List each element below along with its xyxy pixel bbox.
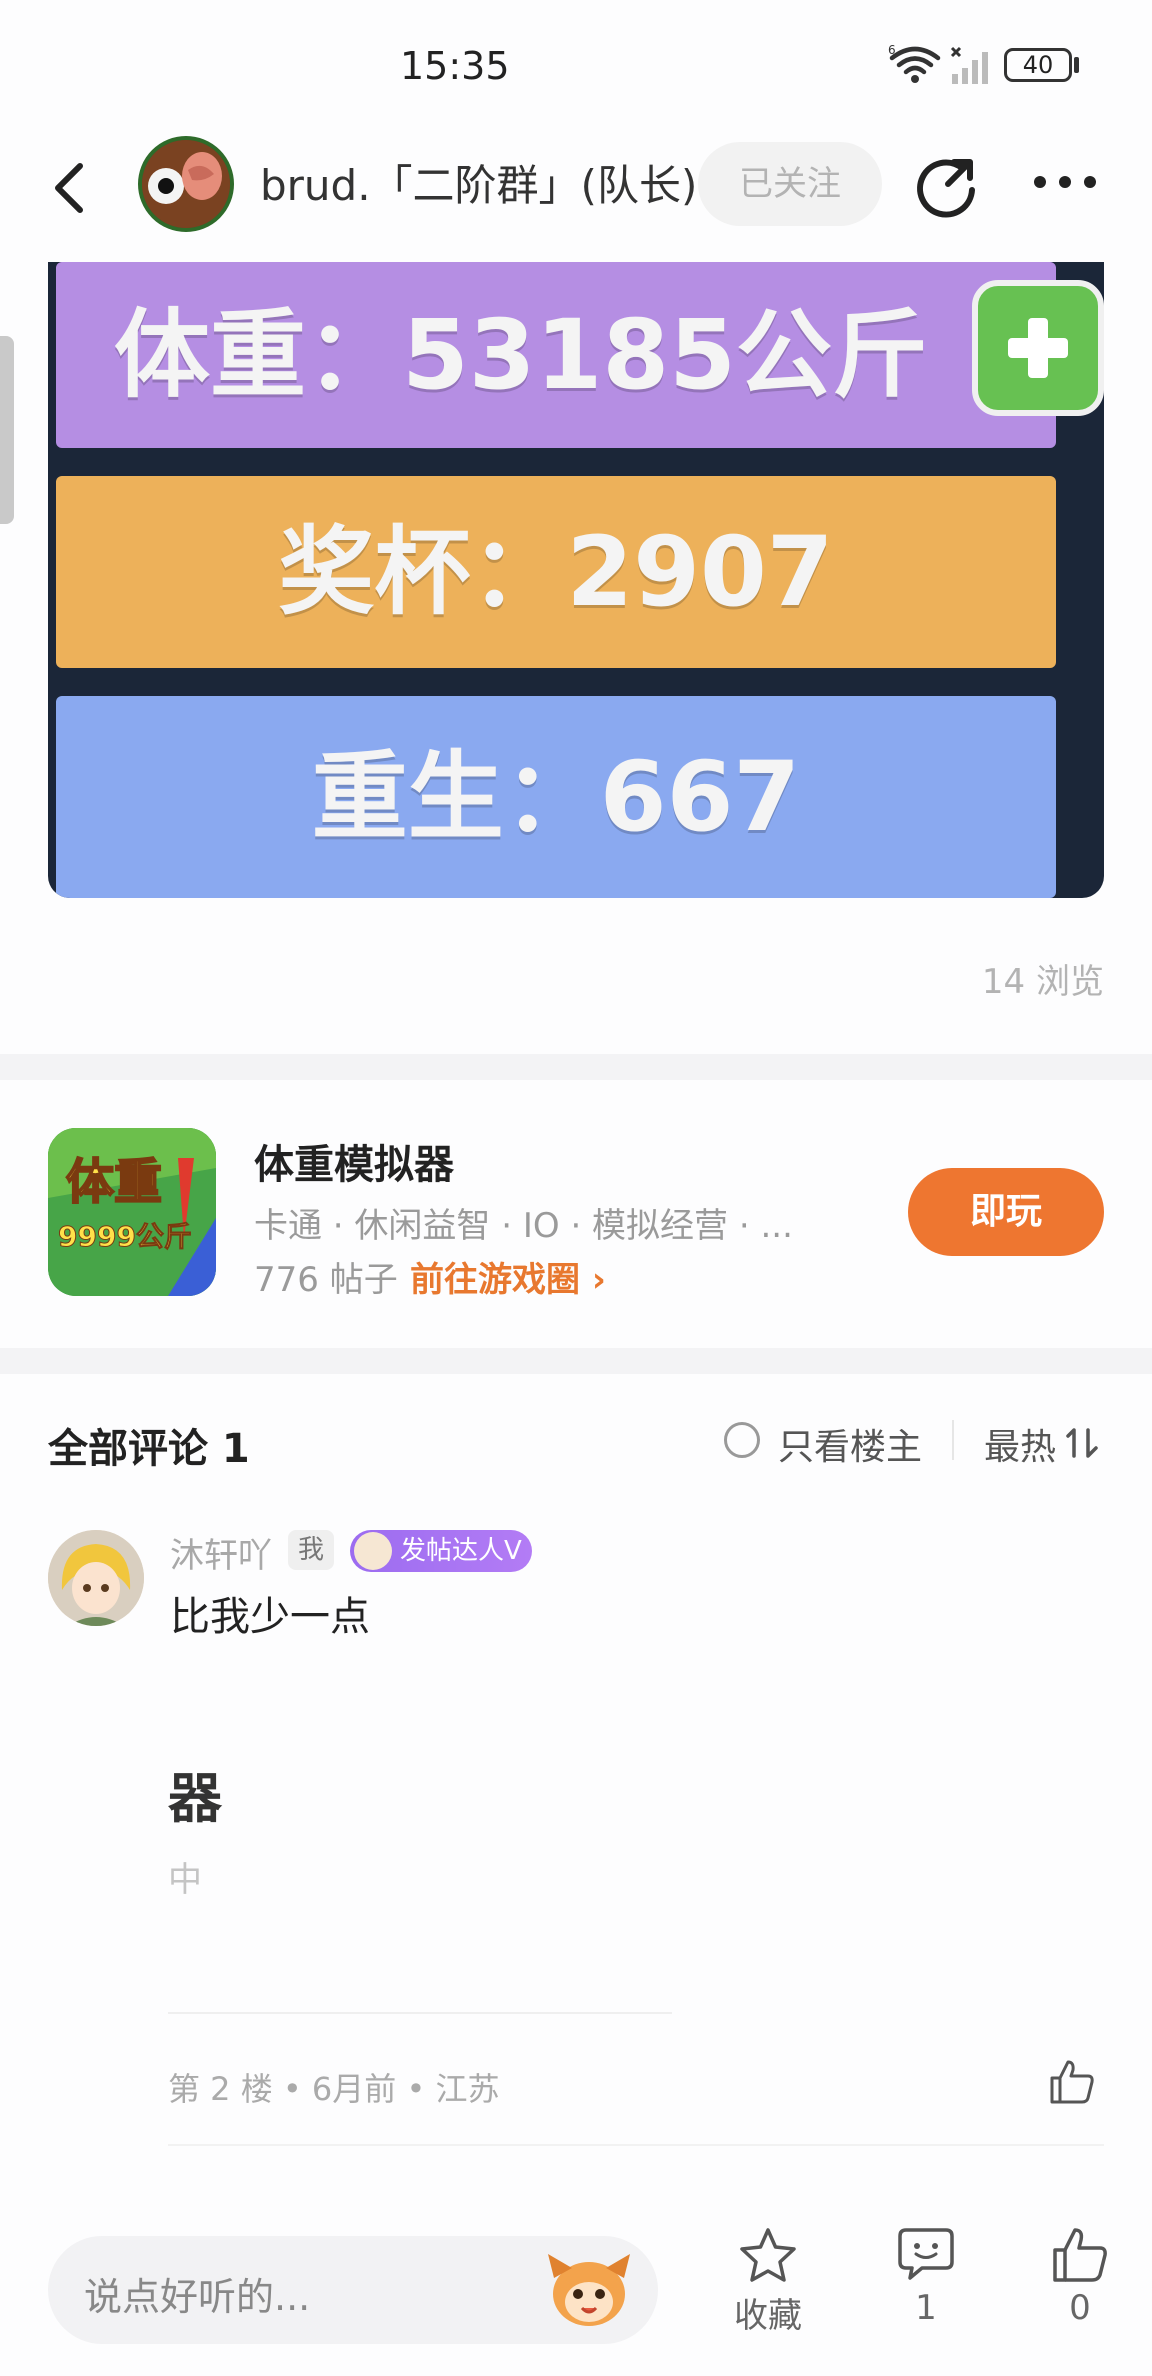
section-divider xyxy=(0,1348,1152,1374)
comment-like-icon[interactable] xyxy=(1048,2058,1096,2106)
play-button[interactable]: 即玩 xyxy=(908,1168,1104,1256)
comment-embed-subtitle: 中 xyxy=(168,1860,202,1900)
favorite-button[interactable]: 收藏 xyxy=(718,2226,818,2337)
back-arrow-icon[interactable] xyxy=(48,158,92,218)
badge-avatar-icon xyxy=(354,1532,392,1570)
sort-icon[interactable] xyxy=(1066,1426,1102,1460)
only-op-radio[interactable] xyxy=(724,1422,760,1458)
battery-indicator: 40 xyxy=(1004,48,1072,82)
battery-nub xyxy=(1074,57,1079,73)
poster-badge[interactable]: 发帖达人V xyxy=(350,1530,532,1572)
post-image[interactable]: 体重：53185公斤 奖杯：2907 重生：667 xyxy=(48,262,1104,898)
commenter-name[interactable]: 沐轩吖 xyxy=(170,1528,272,1577)
view-count: 14 浏览 xyxy=(981,962,1104,1002)
comment-text: 比我少一点 xyxy=(170,1594,370,1640)
star-icon xyxy=(740,2228,796,2282)
mascot-emoji-icon[interactable] xyxy=(544,2248,634,2332)
sort-label[interactable]: 最热 xyxy=(984,1418,1056,1470)
section-divider xyxy=(0,1054,1152,1080)
plus-icon xyxy=(972,280,1104,416)
comment-input-placeholder[interactable]: 说点好听的... xyxy=(84,2266,310,2321)
favorite-label: 收藏 xyxy=(734,2296,802,2336)
trophy-stat: 奖杯：2907 xyxy=(56,476,1056,668)
thumbs-up-icon xyxy=(1053,2228,1107,2282)
game-tags: 卡通 · 休闲益智 · IO · 模拟经营 · ... xyxy=(254,1206,793,1246)
more-options-icon[interactable] xyxy=(1030,164,1100,200)
game-post-count: 776 帖子 xyxy=(254,1260,398,1300)
avatar-image xyxy=(142,140,230,228)
game-name[interactable]: 体重模拟器 xyxy=(254,1132,454,1190)
follow-button[interactable]: 已关注 xyxy=(698,142,882,226)
commenter-avatar-image xyxy=(48,1530,144,1626)
author-avatar[interactable] xyxy=(138,136,234,232)
svg-text:6: 6 xyxy=(888,44,896,57)
comments-title: 全部评论 1 xyxy=(48,1426,250,1472)
share-icon[interactable] xyxy=(912,150,982,220)
game-icon[interactable]: 体重 9999公斤 xyxy=(48,1128,216,1296)
commenter-avatar[interactable] xyxy=(48,1530,144,1626)
badge-label: 发帖达人V xyxy=(400,1536,522,1566)
comment-divider xyxy=(168,2012,672,2014)
side-drawer-handle[interactable] xyxy=(0,336,14,524)
comment-count: 1 xyxy=(915,2288,937,2328)
comment-button[interactable]: 1 xyxy=(876,2224,976,2328)
status-bar: 15:35 6 40 xyxy=(0,0,1152,120)
comment-meta: 第 2 楼 • 6月前 • 江苏 xyxy=(168,2070,500,2108)
me-tag: 我 xyxy=(288,1530,334,1570)
comment-bubble-icon xyxy=(898,2228,954,2280)
comment-bottom-divider xyxy=(168,2144,1104,2146)
only-op-label[interactable]: 只看楼主 xyxy=(778,1418,922,1470)
rebirth-stat: 重生：667 xyxy=(56,696,1056,898)
comment-embed-title: 器 xyxy=(168,1767,222,1830)
wifi-icon: 6 xyxy=(888,44,941,83)
game-circle-link[interactable]: 前往游戏圈 › xyxy=(410,1252,606,1301)
like-count: 0 xyxy=(1069,2288,1091,2328)
like-button[interactable]: 0 xyxy=(1030,2226,1130,2328)
game-icon-text-bottom: 9999公斤 xyxy=(58,1220,192,1253)
image-band-weight: 体重：53185公斤 xyxy=(48,262,1104,462)
game-icon-text-top: 体重 xyxy=(66,1154,162,1210)
header-separator xyxy=(952,1420,954,1460)
weight-stat: 体重：53185公斤 xyxy=(56,262,1056,448)
game-icon-art: 体重 9999公斤 xyxy=(48,1128,216,1296)
author-name[interactable]: brud.「二阶群」(队长) xyxy=(260,152,697,213)
status-time: 15:35 xyxy=(400,44,510,88)
signal-icon xyxy=(950,46,988,84)
